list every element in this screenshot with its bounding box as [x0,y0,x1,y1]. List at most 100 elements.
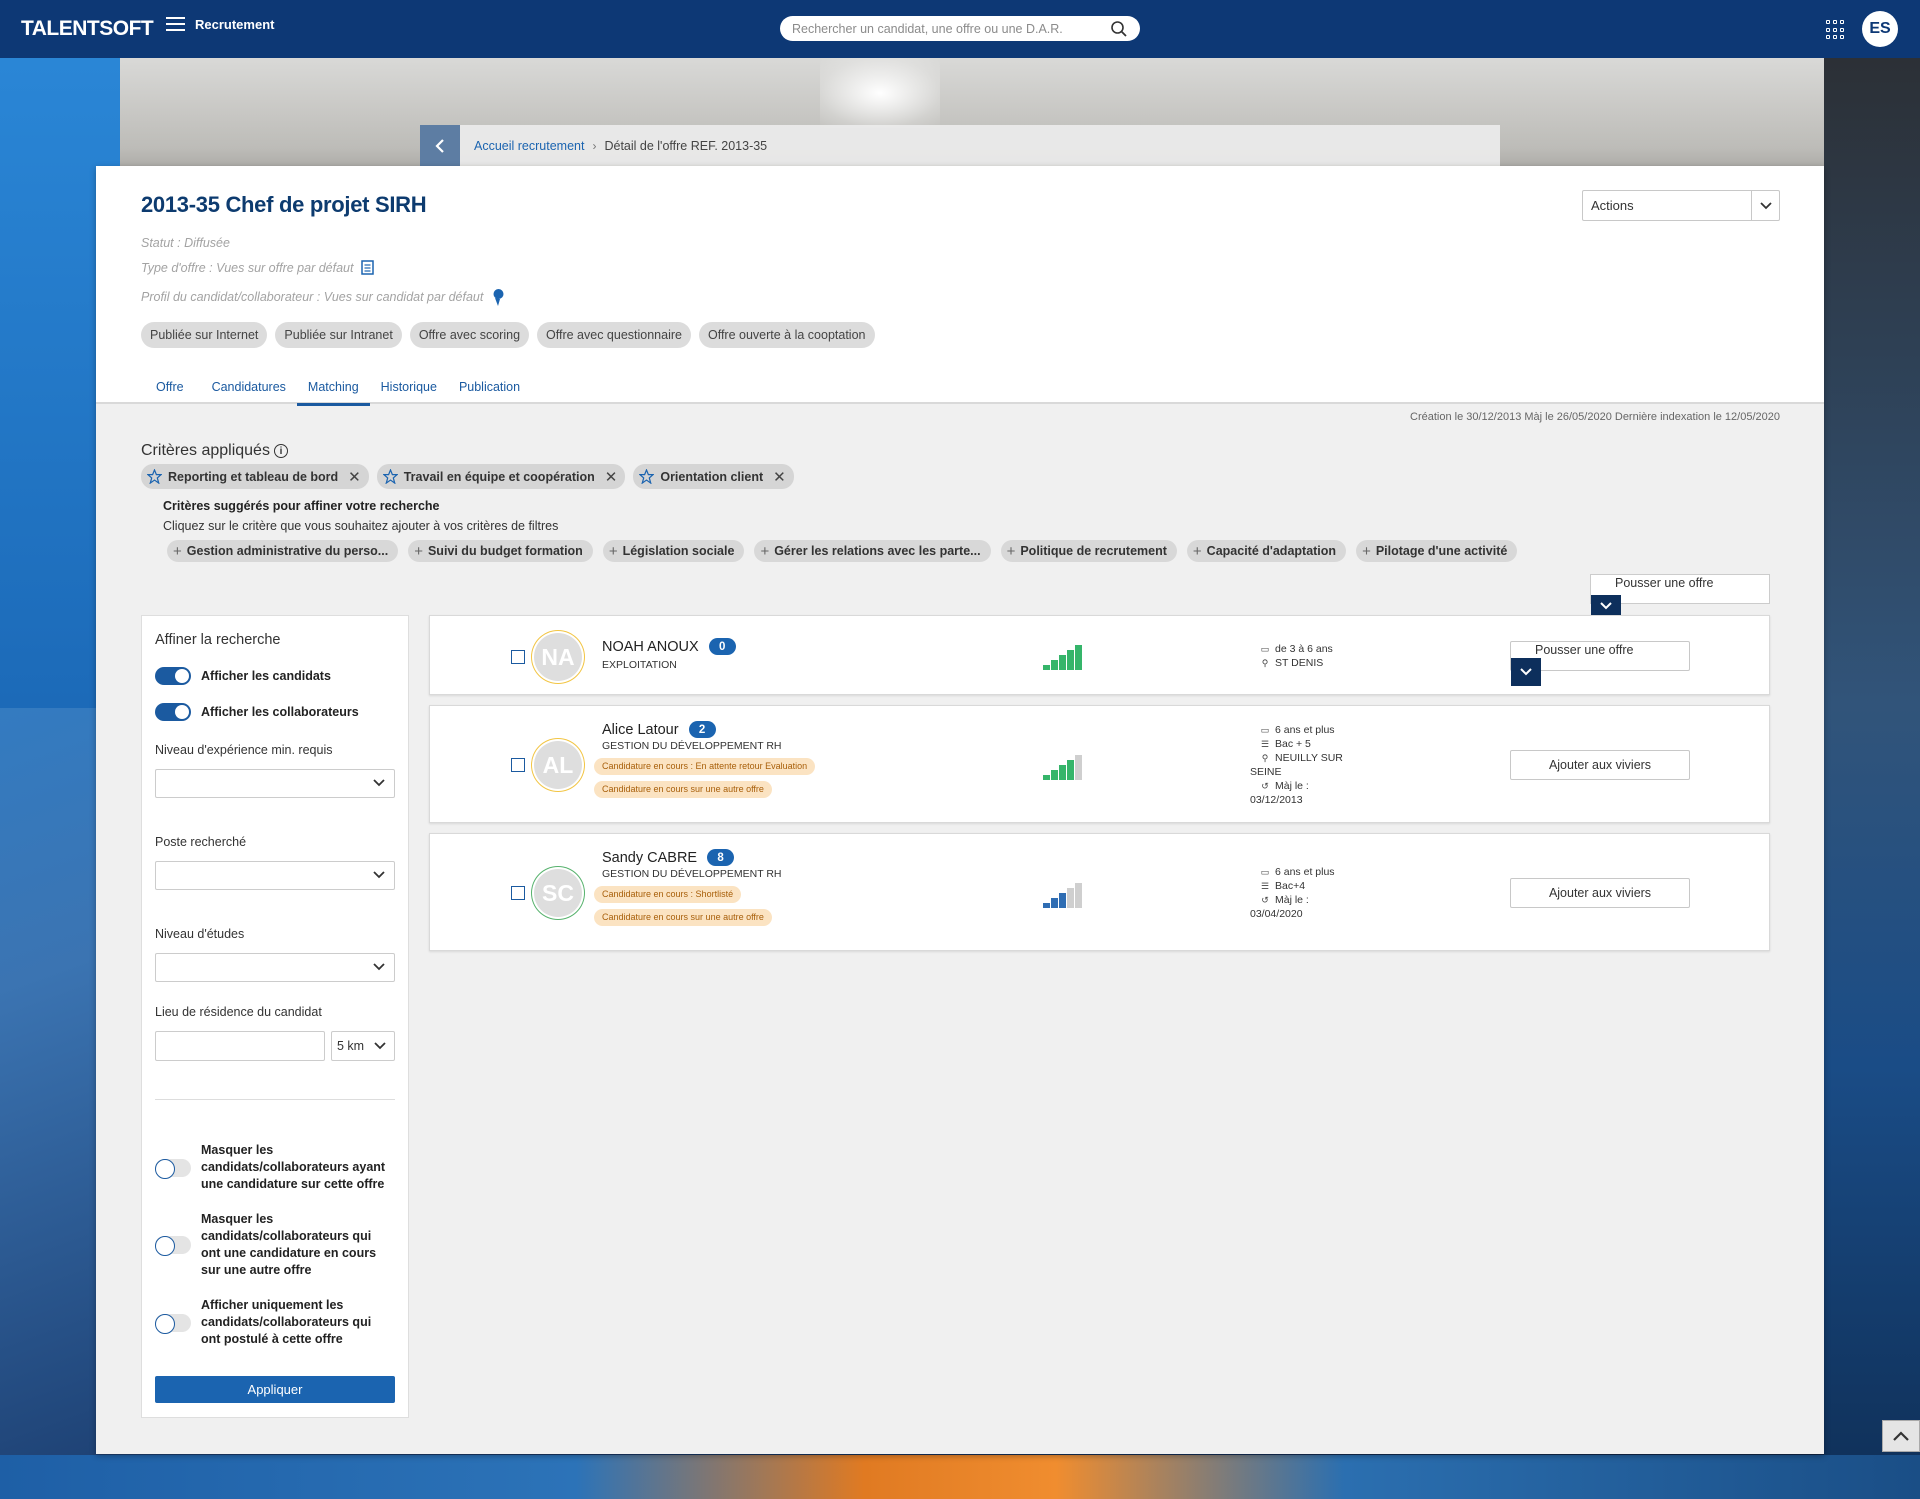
offer-tag: Publiée sur Internet [141,322,268,348]
show-collaborators-row: Afficher les collaborateurs [155,703,359,721]
breadcrumb-home-link[interactable]: Accueil recrutement [474,139,584,153]
back-button[interactable] [420,125,460,166]
info-icon[interactable]: i [273,444,288,458]
suggested-criterion-chip[interactable]: + Pilotage d'une activité [1356,540,1518,562]
star-icon[interactable] [382,469,398,484]
tab-publication[interactable]: Publication [448,369,531,406]
chevron-left-icon [435,138,444,153]
candidate-info: ▭ 6 ans et plus ☰ Bac+4 ↺ Màj le : 03/04/20… [1250,866,1335,920]
offer-dates: Création le 30/12/2013 Màj le 26/05/2020… [1410,411,1780,423]
talentsoft-logo[interactable]: TALENTSOFT [21,17,154,41]
star-icon[interactable] [639,469,655,484]
apps-grid-icon[interactable] [1826,20,1846,40]
refine-search-panel: Affiner la recherche Afficher les candid… [141,615,409,1418]
suggested-criterion-chip[interactable]: + Gérer les relations avec les parte... [754,540,991,562]
position-select[interactable] [155,861,395,890]
matching-score-bars [1043,880,1093,908]
push-offer-button[interactable]: Pousser une offre [1510,641,1690,686]
remove-criterion-icon[interactable]: ✕ [348,468,361,486]
offer-title: 2013-35 Chef de projet SIRH [141,192,427,217]
suggested-criterion-chip[interactable]: + Législation sociale [602,540,745,562]
tab-offre[interactable]: Offre [145,369,195,406]
application-status-badge: Candidature en cours : En attente retour… [594,758,816,775]
plus-icon: + [760,542,770,560]
candidate-avatar: SC [534,869,582,917]
candidate-row: NA NOAH ANOUX 0 EXPLOITATION ▭ de 3 à 6 a… [429,615,1770,695]
hide-applied-toggle[interactable] [155,1158,191,1179]
plus-icon: + [1192,542,1202,560]
candidate-name-link[interactable]: Sandy CABRE 8 [602,849,735,866]
person-icon[interactable] [491,288,506,306]
add-to-pool-button[interactable]: Ajouter aux viviers [1510,878,1690,908]
actions-label: Actions [1591,198,1634,213]
remove-criterion-icon[interactable]: ✕ [773,468,786,486]
applications-count-badge: 2 [688,721,716,738]
application-status-badge: Candidature en cours sur une autre offre [594,781,772,798]
user-avatar[interactable]: ES [1862,11,1898,47]
tab-candidatures[interactable]: Candidatures [201,369,297,406]
document-icon[interactable] [361,260,375,276]
only-applied-toggle[interactable] [155,1313,191,1334]
graduation-cap-icon: ☰ [1260,739,1270,749]
search-icon[interactable] [1110,20,1128,38]
tab-matching[interactable]: Matching [296,369,370,406]
candidate-name-link[interactable]: Alice Latour 2 [602,721,716,738]
offer-type: Type d'offre : Vues sur offre par défaut [141,260,375,276]
offer-tag: Offre ouverte à la cooptation [698,322,875,348]
experience-select[interactable] [155,769,395,798]
offer-detail-card: 2013-35 Chef de projet SIRH Actions Stat… [96,166,1824,1454]
candidate-name-link[interactable]: NOAH ANOUX 0 [602,638,736,655]
residence-input[interactable] [155,1031,325,1061]
hamburger-icon [166,17,185,32]
offer-tabs: Offre Candidatures Matching Historique P… [141,369,531,409]
score-bar [1043,903,1050,908]
suggested-criterion-chip[interactable]: + Capacité d'adaptation [1186,540,1347,562]
candidate-department: GESTION DU DÉVELOPPEMENT RH [602,868,782,880]
position-label: Poste recherché [155,835,247,849]
distance-select[interactable]: 5 km [331,1031,395,1061]
location-pin-icon: ⚲ [1261,753,1269,763]
scroll-to-top-button[interactable] [1882,1420,1920,1452]
filters-divider [155,1099,395,1100]
remove-criterion-icon[interactable]: ✕ [605,468,618,486]
score-bar [1059,765,1066,780]
criterion-chip: Reporting et tableau de bord ✕ [141,464,369,489]
show-collaborators-toggle[interactable] [155,703,191,721]
chevron-down-icon[interactable] [1511,658,1541,686]
application-status-badge: Candidature en cours : Shortlisté [594,886,742,903]
suggested-criterion-chip[interactable]: + Suivi du budget formation [408,540,593,562]
hide-other-toggle[interactable] [155,1236,191,1256]
show-candidates-toggle[interactable] [155,667,191,685]
candidate-department: GESTION DU DÉVELOPPEMENT RH [602,740,782,752]
global-search-input[interactable] [792,21,1110,36]
matching-score-bars [1043,642,1093,670]
candidate-info: ▭ 6 ans et plus ☰ Bac + 5 ⚲ NEUILLY SUR SEI… [1250,724,1343,806]
main-menu-button[interactable]: Recrutement [166,17,274,32]
score-bar [1043,665,1050,670]
tab-historique[interactable]: Historique [370,369,448,406]
suggested-criterion-chip[interactable]: + Gestion administrative du perso... [167,540,399,562]
history-icon: ↺ [1261,781,1269,791]
candidate-profile: Profil du candidat/collaborateur : Vues … [141,288,506,306]
top-navigation-bar: TALENTSOFT Recrutement ES [0,0,1920,58]
refine-search-title: Affiner la recherche [155,632,281,648]
suggested-criterion-chip[interactable]: + Politique de recrutement [1000,540,1177,562]
breadcrumb-separator-icon: › [592,138,597,153]
candidate-checkbox[interactable] [511,758,525,772]
push-offer-bulk-button[interactable]: Pousser une offre [1590,574,1770,617]
candidate-checkbox[interactable] [511,650,525,664]
score-bar [1075,645,1082,670]
actions-dropdown[interactable]: Actions [1582,190,1780,221]
breadcrumb: Accueil recrutement › Détail de l'offre … [420,125,1500,166]
background-floor [0,1455,1920,1499]
only-applied-row: Afficher uniquement les candidats/collab… [155,1297,391,1348]
candidate-checkbox[interactable] [511,886,525,900]
education-label: Niveau d'études [155,927,245,941]
education-select[interactable] [155,953,395,982]
score-bar [1043,775,1050,780]
apply-button[interactable]: Appliquer [155,1376,395,1403]
star-icon[interactable] [147,469,162,484]
offer-tag: Offre avec questionnaire [537,322,691,348]
add-to-pool-button[interactable]: Ajouter aux viviers [1510,750,1690,780]
chevron-down-icon[interactable] [1591,595,1621,617]
